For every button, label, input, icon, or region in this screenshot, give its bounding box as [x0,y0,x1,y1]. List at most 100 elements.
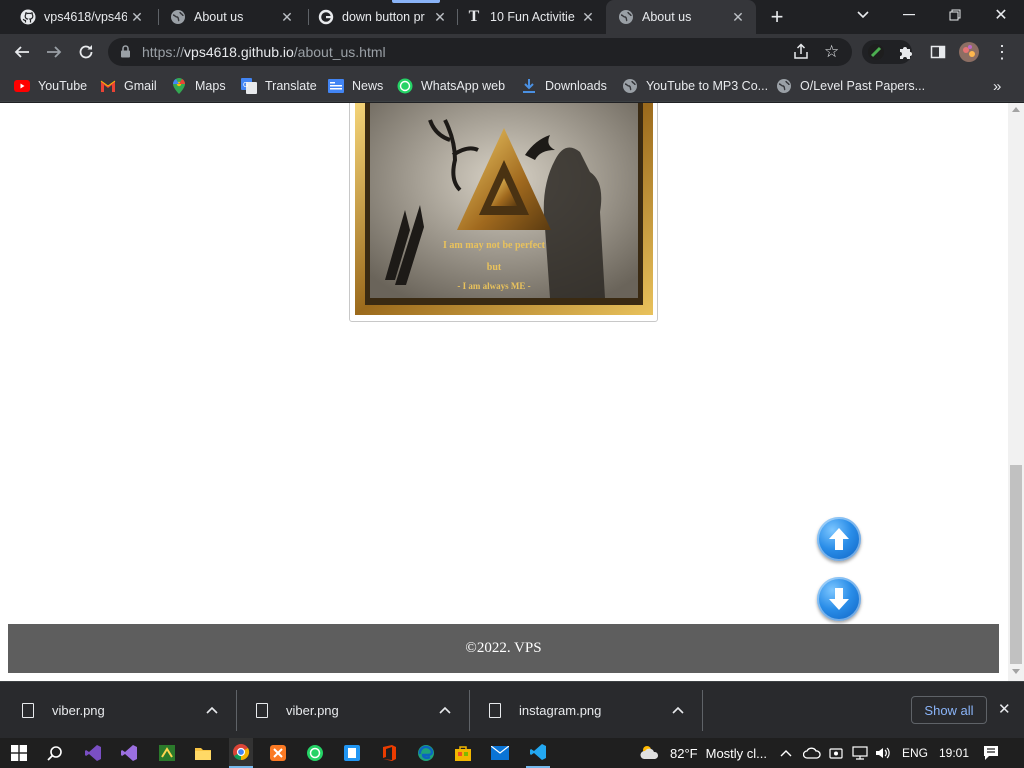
show-all-downloads-button[interactable]: Show all [911,696,987,724]
scroll-down-arrow-icon[interactable] [1012,669,1020,674]
input-language[interactable]: ENG [902,738,928,768]
bookmark-label: Maps [195,79,226,93]
tray-overflow-chevron-icon[interactable] [780,738,792,768]
chrome-taskbar-icon[interactable] [229,738,253,768]
puzzle-extensions-icon[interactable] [894,40,918,64]
close-tab-icon[interactable]: ✕ [728,9,748,26]
bookmark-translate[interactable]: G Translate [241,76,317,96]
profile-avatar[interactable] [957,40,981,64]
tab-title: down button pr [342,10,425,24]
network-icon[interactable] [852,738,868,768]
windows-taskbar: 82°F Mostly cl... ENG 19:01 [0,738,1024,768]
bookmark-youtube-mp3[interactable]: YouTube to MP3 Co... [622,76,768,96]
bookmark-youtube[interactable]: YouTube [14,76,87,96]
bookmark-olevel-papers[interactable]: O/Level Past Papers... [776,76,925,96]
meet-now-icon[interactable] [829,738,843,768]
bookmark-maps[interactable]: Maps [171,76,226,96]
youtube-icon [14,78,30,94]
bookmark-label: WhatsApp web [421,79,506,93]
download-item[interactable]: viber.png [22,682,232,739]
bookmark-label: News [352,79,384,93]
chrome-menu-icon[interactable]: ⋮ [990,40,1014,64]
page-viewport: I am may not be perfect but - I am alway… [0,103,1008,681]
visual-studio-icon[interactable] [118,742,140,764]
minimize-window-button[interactable] [897,3,921,27]
search-icon[interactable] [44,742,66,764]
restore-window-button[interactable] [943,3,967,27]
lock-icon[interactable] [120,45,131,63]
close-tab-icon[interactable]: ✕ [127,9,147,26]
download-item[interactable]: viber.png [256,682,466,739]
bookmarks-overflow-chevron-icon[interactable]: » [993,76,1001,96]
office-icon[interactable] [378,742,400,764]
close-download-shelf-icon[interactable]: ✕ [998,700,1011,718]
notifications-icon[interactable] [983,738,999,768]
file-icon [489,703,501,718]
chevron-up-icon[interactable] [206,702,218,717]
motto-line-2: but [487,262,502,273]
url-text[interactable]: https://vps4618.github.io/about_us.html [142,44,386,60]
vscode-icon[interactable] [526,738,550,768]
share-icon[interactable] [792,43,810,66]
bookmark-downloads[interactable]: Downloads [521,76,607,96]
notes-app-icon[interactable] [341,742,363,764]
new-tab-button[interactable]: + [765,4,789,29]
close-tab-icon[interactable]: ✕ [277,9,297,26]
forward-button[interactable] [42,40,66,64]
globe-icon [622,78,638,94]
scrollbar-thumb[interactable] [1010,465,1022,664]
close-tab-icon[interactable]: ✕ [578,9,598,26]
tab-github[interactable]: vps4618/vps4618 ✕ [0,0,155,34]
globe-icon [776,78,792,94]
cloud-sync-icon[interactable] [803,738,821,768]
bookmark-whatsapp[interactable]: WhatsApp web [397,76,505,96]
file-explorer-icon[interactable] [192,742,214,764]
back-button[interactable] [10,40,34,64]
system-clock[interactable]: 19:01 [939,738,969,768]
file-icon [256,703,268,718]
url-host: vps4618.github.io [184,44,294,60]
bookmark-gmail[interactable]: Gmail [100,76,157,96]
address-bar[interactable]: https://vps4618.github.io/about_us.html … [108,38,852,66]
visual-studio-preview-icon[interactable] [82,742,104,764]
download-item[interactable]: instagram.png [489,682,699,739]
motto-line-1: I am may not be perfect [443,240,546,251]
whatsapp-taskbar-icon[interactable] [304,742,326,764]
scroll-up-button[interactable] [817,517,861,561]
close-window-button[interactable]: ✕ [989,3,1013,27]
bookmark-star-icon[interactable]: ☆ [824,42,839,62]
dev-tool-icon[interactable] [156,742,178,764]
t-logo-icon: T [468,8,480,25]
chevron-up-icon[interactable] [672,702,684,717]
tab-about-us-active[interactable]: About us ✕ [606,0,756,34]
windows-start-icon[interactable] [8,742,30,764]
tab-about-us[interactable]: About us ✕ [150,0,305,34]
chevron-up-icon[interactable] [439,702,451,717]
tab-title: About us [194,10,244,24]
tab-google-search[interactable]: down button pr ✕ [298,0,458,34]
globe-icon [170,9,186,25]
volume-icon[interactable] [875,738,891,768]
download-filename: viber.png [286,703,339,718]
google-icon [318,9,334,25]
maps-icon [171,78,187,94]
mail-icon[interactable] [489,742,511,764]
xampp-icon[interactable] [267,742,289,764]
edge-icon[interactable] [415,742,437,764]
bookmark-news[interactable]: News [328,76,383,96]
gmail-icon [100,78,116,94]
store-icon[interactable] [452,742,474,764]
browser-toolbar: https://vps4618.github.io/about_us.html … [0,34,1024,70]
reload-button[interactable] [74,40,98,64]
scroll-up-arrow-icon[interactable] [1012,107,1020,112]
weather-widget[interactable]: 82°F Mostly cl... [638,738,767,768]
tab-fun-activities[interactable]: T 10 Fun Activitie ✕ [446,0,606,34]
tab-strip: vps4618/vps4618 ✕ About us ✕ down button… [0,0,1024,34]
extension-icon[interactable] [864,40,888,64]
url-path: /about_us.html [293,44,386,60]
side-panel-icon[interactable] [926,40,950,64]
scroll-down-button[interactable] [817,577,861,621]
bookmark-label: Downloads [545,79,607,93]
tab-search-chevron-icon[interactable] [851,3,875,27]
bookmarks-bar: YouTube Gmail Maps G Translate News What… [0,70,1024,102]
